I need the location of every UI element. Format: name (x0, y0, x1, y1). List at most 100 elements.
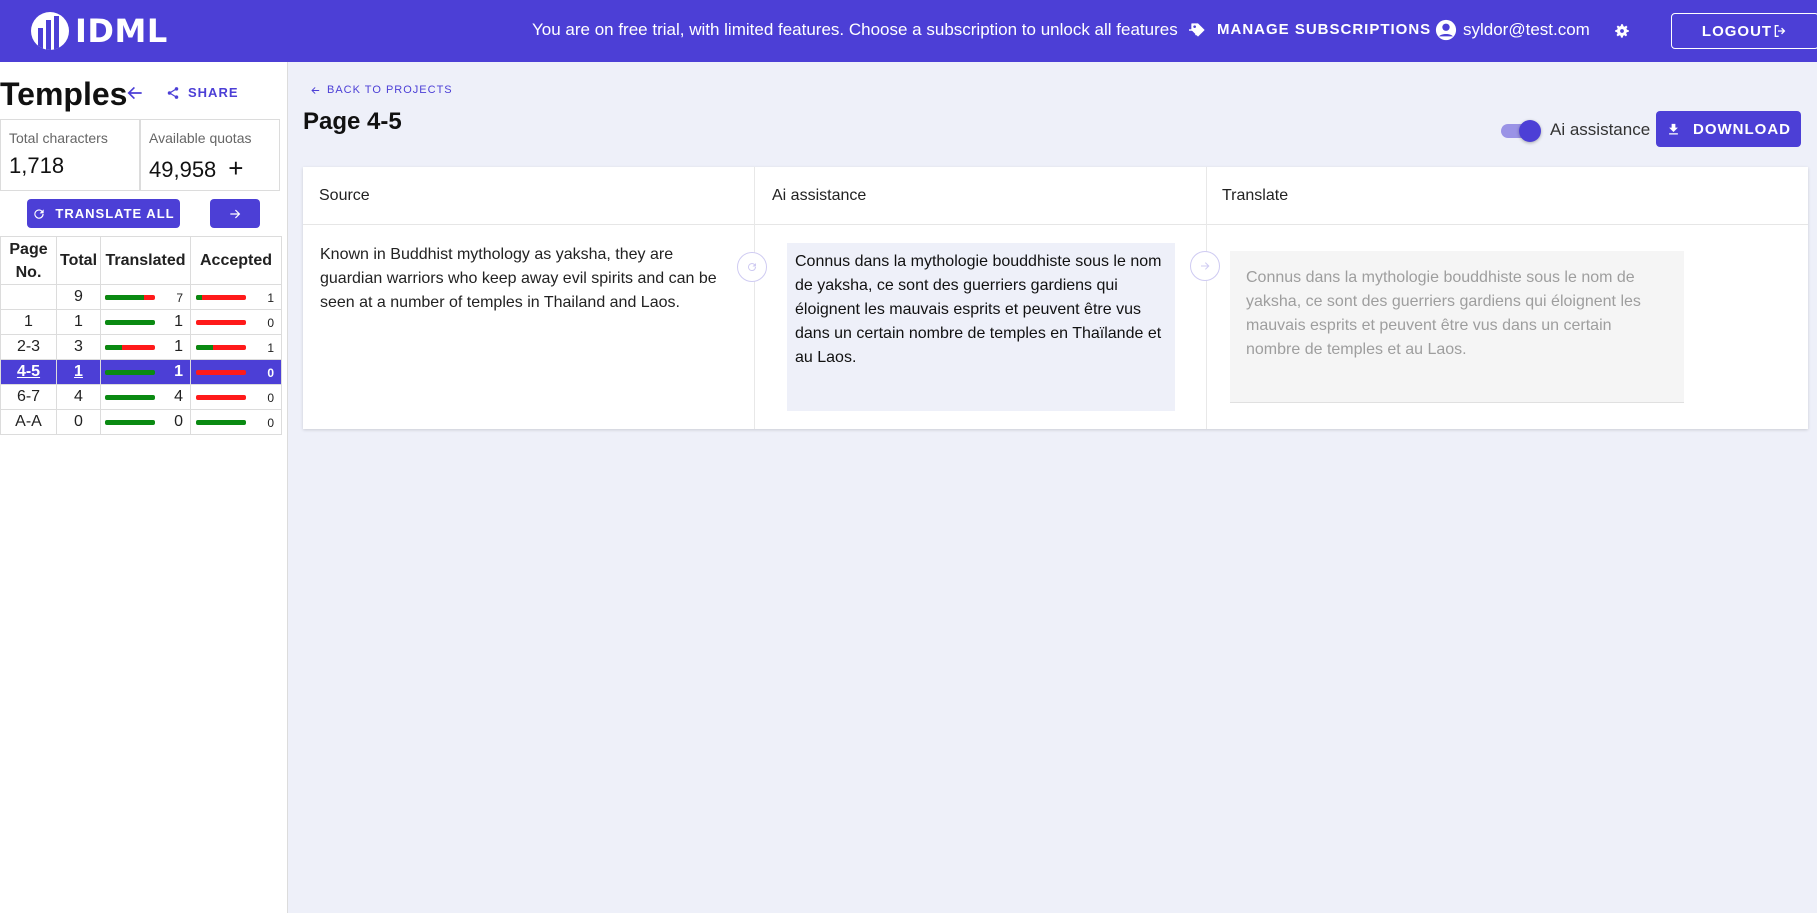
tag-icon (1191, 22, 1205, 37)
page-total: 1 (56, 359, 101, 385)
translated-progress-bar (105, 370, 155, 375)
translated-progress-bar (105, 295, 155, 300)
translate-all-label: TRANSLATE ALL (55, 206, 175, 221)
logo-icon (31, 12, 69, 50)
accepted-count: 0 (267, 366, 274, 380)
share-label: SHARE (188, 85, 239, 100)
column-header-source: Source (303, 167, 754, 225)
trial-message: You are on free trial, with limited feat… (532, 20, 1178, 39)
page-number: 6-7 (0, 384, 57, 410)
header-page-no: Page No. (0, 236, 57, 285)
available-quotas-value: 49,958 (149, 157, 217, 182)
total-characters-label: Total characters (9, 130, 108, 146)
translated-progress-bar (105, 420, 155, 425)
translated-cell: 1 (100, 309, 191, 335)
arrow-right-icon (230, 209, 241, 218)
page-total: 3 (56, 334, 101, 360)
accepted-count: 1 (267, 341, 274, 355)
table-row[interactable]: 4-5 1 1 0 (0, 359, 282, 385)
project-title: Temples (0, 76, 128, 112)
user-account-button[interactable]: syldor@test.com (1435, 19, 1590, 41)
translated-count: 1 (174, 338, 183, 355)
accepted-cell: 0 (190, 359, 282, 385)
regenerate-ai-button[interactable] (737, 252, 767, 282)
manage-subscriptions-label: MANAGE SUBSCRIPTIONS (1217, 21, 1432, 38)
share-icon (167, 86, 179, 99)
table-row[interactable]: 9 7 1 (0, 284, 282, 310)
accepted-progress-bar (196, 395, 246, 400)
account-circle-icon (1435, 19, 1457, 41)
accepted-count: 1 (267, 291, 274, 305)
table-row[interactable]: 2-3 3 1 1 (0, 334, 282, 360)
translated-cell: 1 (100, 334, 191, 360)
logout-label: LOGOUT (1701, 22, 1773, 40)
accepted-cell: 1 (190, 284, 282, 310)
page-number: 2-3 (0, 334, 57, 360)
top-app-bar: IDML You are on free trial, with limited… (0, 0, 1817, 62)
translated-cell: 7 (100, 284, 191, 310)
next-page-button[interactable] (210, 199, 260, 228)
pages-table: Page No. Total Translated Accepted 97111… (0, 236, 282, 435)
page-total: 1 (56, 309, 101, 335)
add-quota-button[interactable]: + (228, 153, 243, 183)
page-total: 4 (56, 384, 101, 410)
available-quotas-card: Available quotas 49,958 + (140, 119, 280, 191)
header-accepted: Accepted (190, 236, 282, 285)
total-characters-value: 1,718 (9, 153, 65, 178)
user-email: syldor@test.com (1463, 20, 1590, 39)
ai-assistance-toggle[interactable] (1501, 120, 1541, 142)
share-button[interactable]: SHARE (166, 85, 239, 100)
table-row[interactable]: A-A 0 0 0 (0, 409, 282, 435)
page-number: 4-5 (0, 359, 57, 385)
accepted-cell: 1 (190, 334, 282, 360)
download-label: DOWNLOAD (1693, 120, 1791, 138)
column-header-ai: Ai assistance (754, 167, 1206, 225)
source-segment-text: Known in Buddhist mythology as yaksha, t… (320, 246, 717, 311)
accepted-progress-bar (196, 295, 246, 300)
accepted-progress-bar (196, 345, 246, 350)
accepted-count: 0 (267, 416, 274, 430)
accepted-progress-bar (196, 420, 246, 425)
accepted-progress-bar (196, 320, 246, 325)
ai-suggestion-text[interactable]: Connus dans la mythologie bouddhiste sou… (787, 243, 1175, 411)
translated-cell: 0 (100, 409, 191, 435)
logout-icon (1774, 25, 1786, 37)
back-to-projects-label: BACK TO PROJECTS (327, 84, 453, 96)
app-name: IDML (75, 12, 168, 50)
translated-count: 1 (174, 313, 183, 330)
download-button[interactable]: DOWNLOAD (1656, 111, 1801, 147)
settings-button[interactable] (1613, 22, 1631, 45)
available-quotas-label: Available quotas (149, 130, 252, 146)
table-row[interactable]: 6-7 4 4 0 (0, 384, 282, 410)
logout-button[interactable]: LOGOUT (1671, 13, 1817, 49)
ai-assistance-toggle-label: Ai assistance (1550, 120, 1651, 139)
accepted-count: 0 (267, 391, 274, 405)
accepted-count: 0 (267, 316, 274, 330)
column-header-translate: Translate (1206, 167, 1808, 225)
manage-subscriptions-button[interactable]: MANAGE SUBSCRIPTIONS (1190, 21, 1431, 38)
header-total: Total (56, 236, 101, 285)
translation-panel: Source Ai assistance Translate Known in … (303, 167, 1808, 429)
page-title: Page 4-5 (303, 108, 402, 135)
table-row[interactable]: 1110 (0, 309, 282, 335)
page-number: A-A (0, 409, 57, 435)
translated-progress-bar (105, 395, 155, 400)
accepted-cell: 0 (190, 384, 282, 410)
translate-all-button[interactable]: TRANSLATE ALL (27, 199, 180, 228)
translated-progress-bar (105, 320, 155, 325)
back-to-projects-link[interactable]: BACK TO PROJECTS (310, 84, 453, 96)
back-button[interactable] (125, 83, 145, 108)
translated-count: 1 (174, 363, 183, 380)
trial-banner-link[interactable]: You are on free trial, with limited feat… (532, 20, 1204, 40)
refresh-icon (34, 208, 45, 219)
header-translated: Translated (100, 236, 191, 285)
copy-to-translate-button[interactable] (1190, 251, 1220, 281)
page-total: 9 (56, 284, 101, 310)
translated-count: 0 (174, 413, 183, 430)
accepted-cell: 0 (190, 409, 282, 435)
translation-input[interactable]: Connus dans la mythologie bouddhiste sou… (1230, 251, 1684, 403)
translated-cell: 1 (100, 359, 191, 385)
logo[interactable]: IDML (31, 12, 168, 50)
gear-icon (1615, 24, 1629, 38)
accepted-cell: 0 (190, 309, 282, 335)
